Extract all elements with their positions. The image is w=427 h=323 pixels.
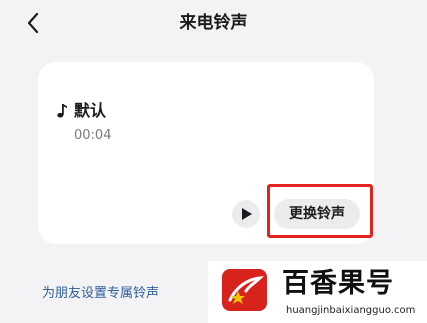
ringtone-duration: 00:04 (74, 128, 112, 143)
change-ringtone-button[interactable]: 更换铃声 (274, 199, 360, 229)
play-button[interactable] (232, 200, 260, 228)
ringtone-name: 默认 (74, 101, 107, 120)
play-icon (242, 208, 252, 220)
watermark-url: huangjinbaixiangguo.com (286, 305, 416, 316)
watermark-title: 百香果号 (282, 268, 394, 299)
music-note-icon (57, 104, 67, 118)
watermark-logo-icon (222, 269, 267, 311)
set-friend-ringtone-link[interactable]: 为朋友设置专属铃声 (42, 284, 159, 304)
ringtone-settings-page: 来电铃声 默认 00:04 更换铃声 为朋友设置专属铃声 百香果号 huangj… (0, 0, 427, 323)
watermark: 百香果号 huangjinbaixiangguo.com (208, 261, 427, 323)
page-title: 来电铃声 (179, 13, 248, 33)
